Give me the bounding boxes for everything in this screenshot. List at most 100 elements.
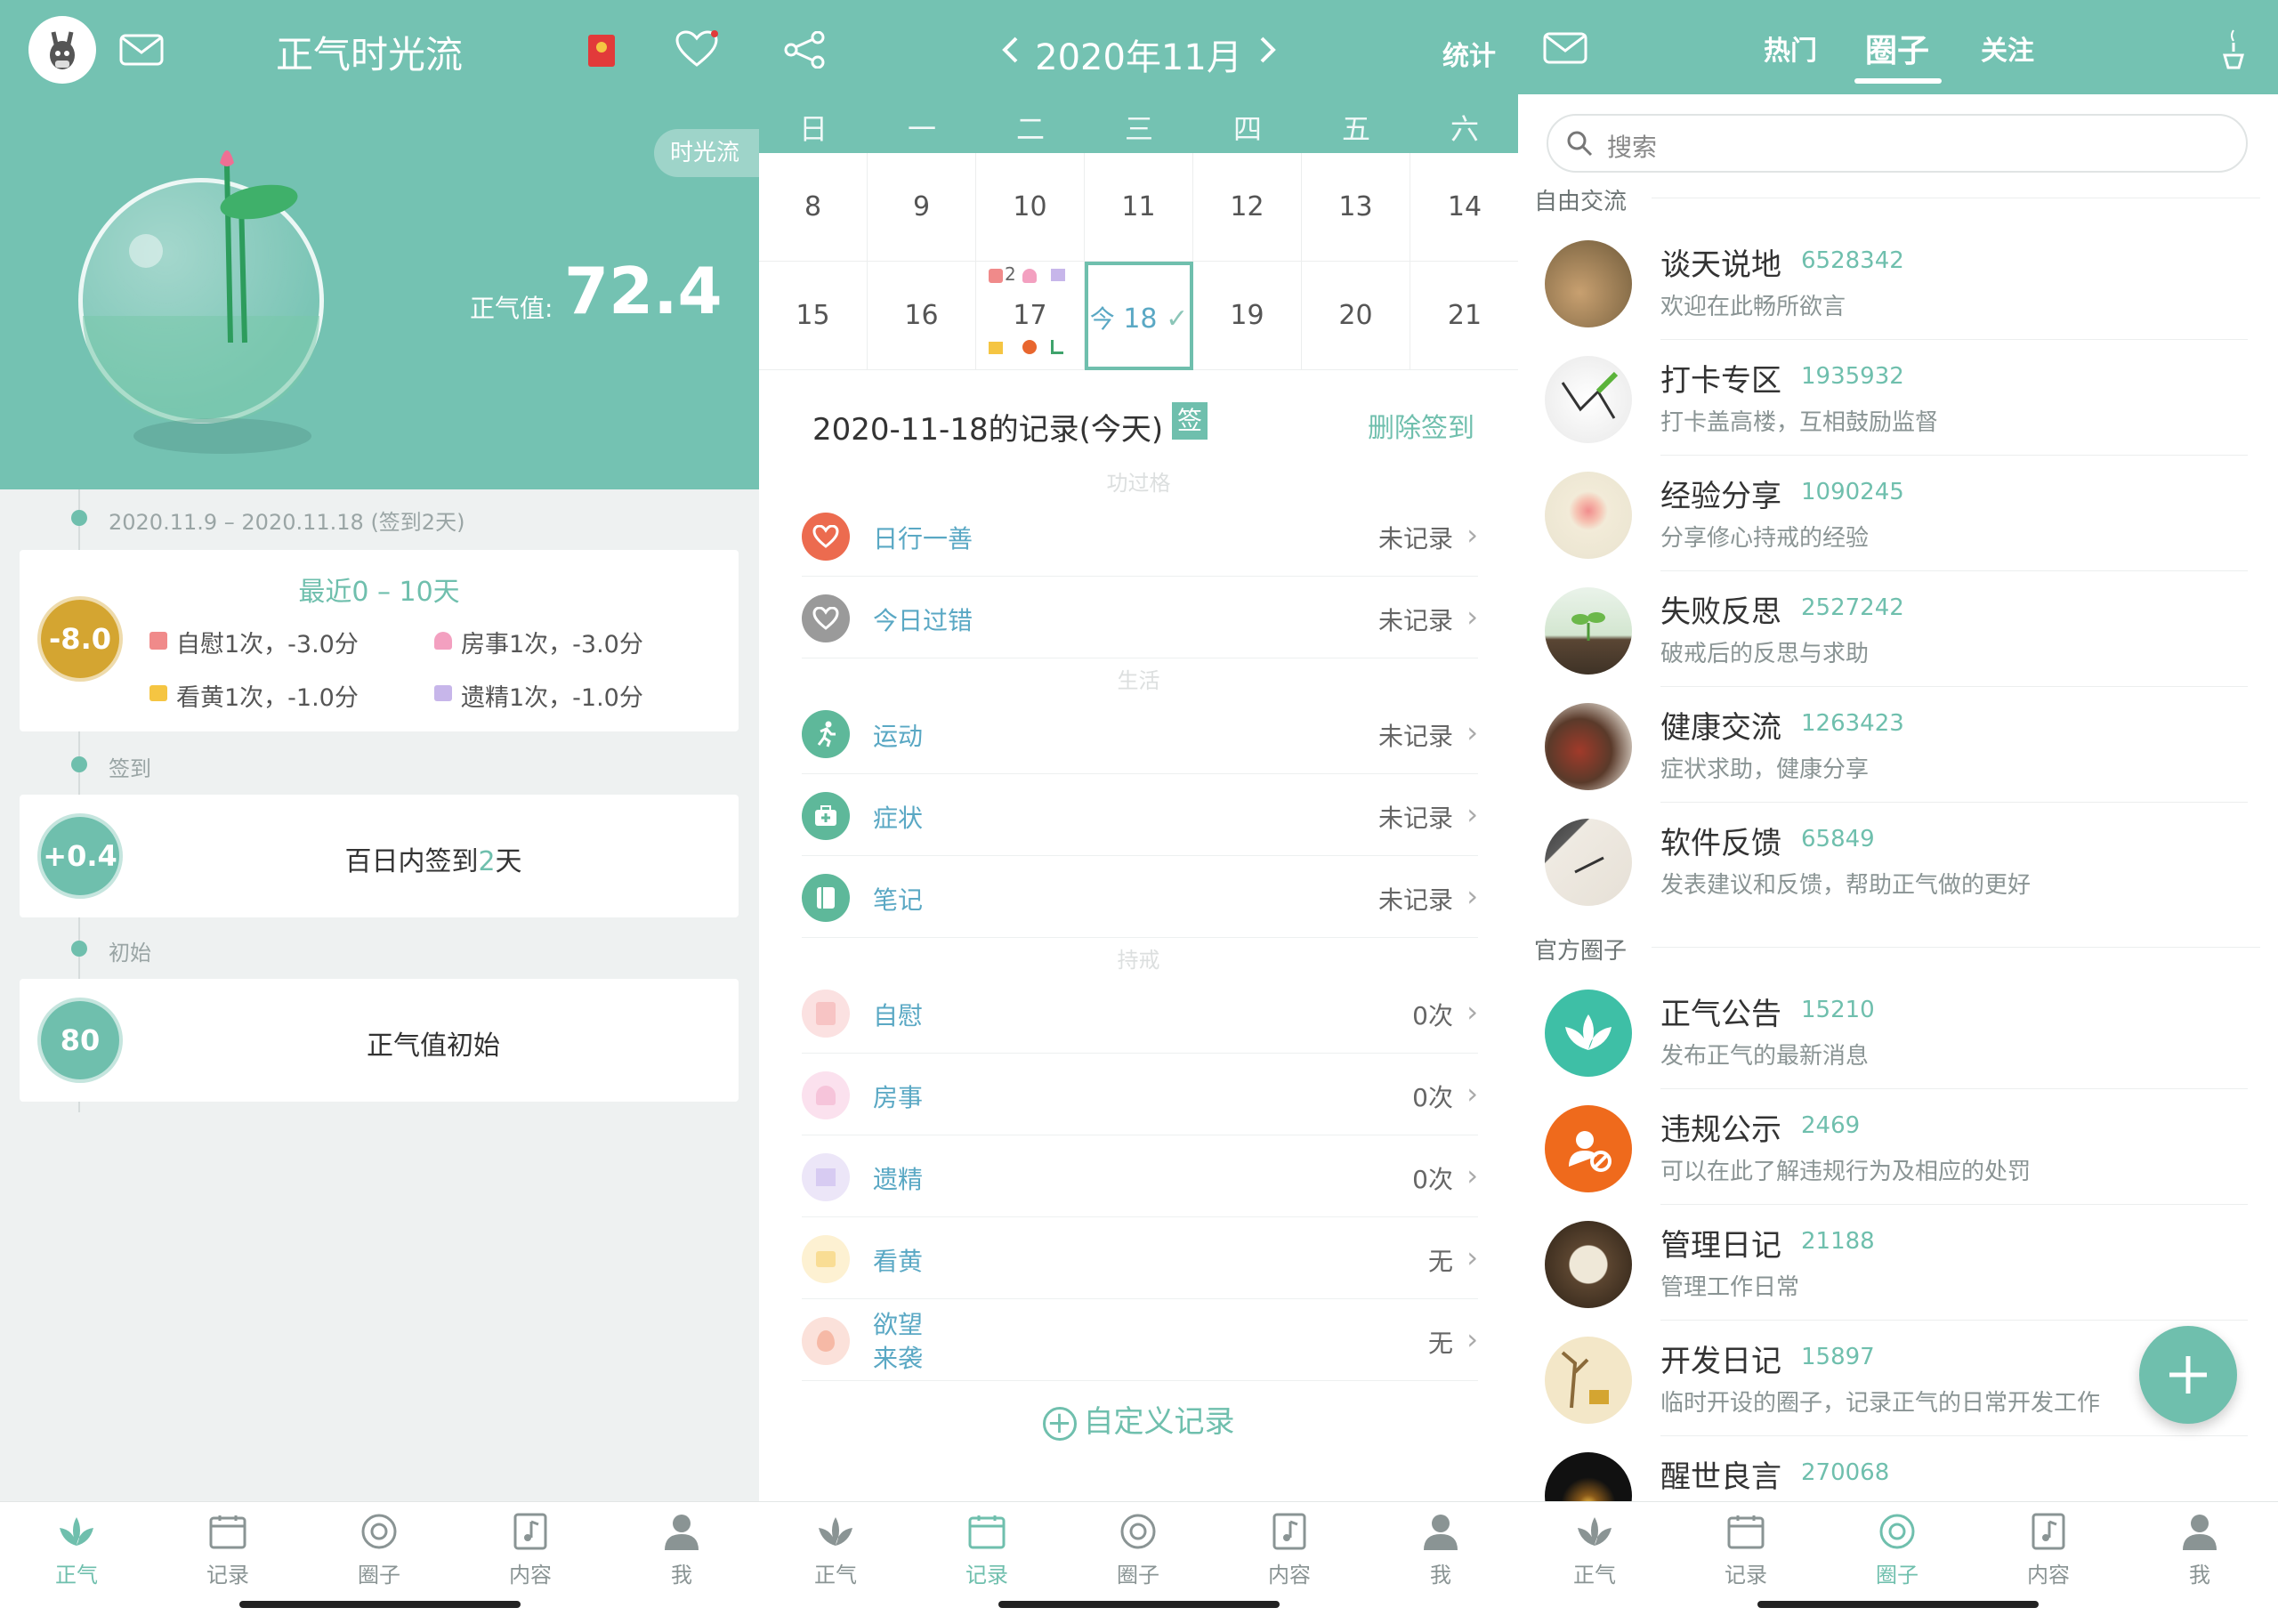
custom-record-button[interactable]: + 自定义记录 <box>759 1397 1518 1441</box>
day-cell[interactable]: 12 <box>1193 153 1302 262</box>
day-cell[interactable]: 11 <box>1085 153 1193 262</box>
lotus-avatar-icon <box>1545 990 1632 1077</box>
tab-zhengqi[interactable]: 正气 <box>1541 1511 1648 1588</box>
circle-item[interactable]: 管理日记 21188 管理工作日常 <box>1545 1205 2248 1321</box>
circle-icon <box>1877 1511 1918 1552</box>
record-row-note[interactable]: 笔记 未记录 › <box>802 856 1478 938</box>
stats-button[interactable]: 统计 <box>1442 34 1496 73</box>
panel-timeline: 正气时光流 时光流 正气值: 72.4 2020.11.9 – 2020.11.… <box>0 0 759 1624</box>
calendar-header: 2020年11月 统计 日 一 二 三 四 五 六 <box>759 0 1518 153</box>
user-avatar[interactable] <box>28 16 96 84</box>
delete-sign-button[interactable]: 删除签到 <box>1368 406 1474 445</box>
circle-item[interactable]: 健康交流 1263423 症状求助，健康分享 <box>1545 687 2248 803</box>
chevron-right-icon: › <box>1466 1077 1478 1111</box>
circle-item[interactable]: 正气公告 15210 发布正气的最新消息 <box>1545 974 2248 1089</box>
tab-circle[interactable]: 圈子 <box>1085 1511 1192 1588</box>
tab-zhengqi[interactable]: 正气 <box>23 1511 130 1588</box>
day-cell-today[interactable]: 今 18 ✓ <box>1085 262 1193 370</box>
notebook-icon <box>802 874 850 922</box>
weekday-fri: 五 <box>1341 112 1370 146</box>
tab-bar: 正气 记录 圈子 内容 我 <box>759 1501 1518 1624</box>
red-envelope-icon[interactable] <box>584 32 619 69</box>
search-placeholder: 搜索 <box>1607 133 1658 162</box>
circle-item[interactable]: 打卡专区 1935932 打卡盖高楼，互相鼓励监督 <box>1545 340 2248 456</box>
broken-heart-icon <box>802 594 850 642</box>
current-month: 2020年11月 <box>1035 37 1242 78</box>
init-card[interactable]: 80 正气值初始 <box>20 979 739 1102</box>
item-masturbation: 自慰1次，-3.0分 <box>176 631 359 658</box>
record-row-masturbation[interactable]: 自慰 0次 › <box>802 972 1478 1054</box>
panel-circles: 热门 圈子 关注 搜索 自由交流 谈天说地 6528342 欢迎在此畅所欲言 打卡… <box>1518 0 2278 1624</box>
circle-item[interactable]: 违规公示 2469 可以在此了解违规行为及相应的处罚 <box>1545 1089 2248 1205</box>
record-row-porn[interactable]: 看黄无 › <box>802 1217 1478 1299</box>
tab-content[interactable]: 内容 <box>477 1511 584 1588</box>
circle-item[interactable]: 软件反馈 65849 发表建议和反馈，帮助正气做的更好 <box>1545 803 2248 918</box>
tab-zhengqi[interactable]: 正气 <box>782 1511 889 1588</box>
day-cell[interactable]: 8 <box>759 153 868 262</box>
day-cell[interactable]: 14 <box>1410 153 1518 262</box>
tab-content[interactable]: 内容 <box>1995 1511 2102 1588</box>
active-tab-indicator <box>1854 78 1942 84</box>
recent-card[interactable]: 最近0 – 10天 -8.0 自慰1次，-3.0分 房事1次，-3.0分 看黄1… <box>20 550 739 731</box>
tab-me[interactable]: 我 <box>1387 1511 1494 1588</box>
circle-item[interactable]: 经验分享 1090245 分享修心持戒的经验 <box>1545 456 2248 571</box>
person-icon <box>1420 1511 1461 1552</box>
record-row-good-deed[interactable]: 日行一善 未记录 › <box>802 495 1478 577</box>
home-indicator[interactable] <box>998 1601 1280 1608</box>
masturbation-icon <box>802 990 850 1038</box>
day-cell[interactable]: 15 <box>759 262 868 370</box>
home-indicator[interactable] <box>238 1601 521 1608</box>
time-flow-tag[interactable]: 时光流 <box>654 129 759 177</box>
search-input[interactable]: 搜索 <box>1547 114 2248 173</box>
tab-follow[interactable]: 关注 <box>1981 28 2034 68</box>
home-indicator[interactable] <box>1757 1601 2039 1608</box>
lotus-icon <box>815 1511 856 1552</box>
mail-icon[interactable] <box>117 32 166 68</box>
heart-icon[interactable] <box>673 28 721 69</box>
record-row-exercise[interactable]: 运动 未记录 › <box>802 692 1478 774</box>
day-cell[interactable]: 21 <box>1410 262 1518 370</box>
circle-item[interactable]: 谈天说地 6528342 欢迎在此畅所欲言 <box>1545 224 2248 340</box>
incense-icon[interactable] <box>2216 27 2251 71</box>
tab-me[interactable]: 我 <box>2146 1511 2253 1588</box>
add-circle-fab[interactable] <box>2139 1326 2237 1424</box>
section-abstain: 持戒 <box>1117 948 1160 973</box>
day-cell[interactable]: 10 <box>976 153 1085 262</box>
person-icon <box>2179 1511 2220 1552</box>
tab-record[interactable]: 记录 <box>174 1511 281 1588</box>
record-row-sex[interactable]: 房事 0次 › <box>802 1054 1478 1135</box>
day-cell-17[interactable]: 17 2 <box>976 262 1085 370</box>
day-cell[interactable]: 9 <box>868 153 976 262</box>
tab-circle[interactable]: 圈子 <box>1844 1511 1951 1588</box>
chevron-right-icon: › <box>1466 1240 1478 1274</box>
checkin-card[interactable]: +0.4 百日内签到2天 <box>20 795 739 917</box>
tab-record[interactable]: 记录 <box>1692 1511 1799 1588</box>
chevron-right-icon: › <box>1466 600 1478 634</box>
tab-me[interactable]: 我 <box>628 1511 735 1588</box>
person-icon <box>661 1511 702 1552</box>
tab-circle[interactable]: 圈子 <box>326 1511 432 1588</box>
next-month-chevron-icon[interactable] <box>1250 32 1286 68</box>
item-porn: 看黄1次，-1.0分 <box>176 684 359 712</box>
day-cell[interactable]: 16 <box>868 262 976 370</box>
chevron-right-icon: › <box>1466 1159 1478 1192</box>
timeline-header: 正气时光流 时光流 正气值: 72.4 <box>0 0 759 489</box>
record-row-urge[interactable]: 欲望 来袭无 › <box>802 1299 1478 1381</box>
medkit-icon <box>802 792 850 840</box>
tab-content[interactable]: 内容 <box>1236 1511 1343 1588</box>
record-row-emission[interactable]: 遗精 0次 › <box>802 1135 1478 1217</box>
lotus-icon <box>1574 1511 1615 1552</box>
panel-calendar: 2020年11月 统计 日 一 二 三 四 五 六 8 9 10 11 12 1… <box>759 0 1518 1624</box>
mail-icon[interactable] <box>1541 30 1589 66</box>
day-cell[interactable]: 19 <box>1193 262 1302 370</box>
day-cell[interactable]: 13 <box>1302 153 1410 262</box>
lotus-icon <box>56 1511 97 1552</box>
tab-hot[interactable]: 热门 <box>1764 28 1817 68</box>
tab-record[interactable]: 记录 <box>933 1511 1040 1588</box>
day-cell[interactable]: 20 <box>1302 262 1410 370</box>
circle-item[interactable]: 失败反思 2527242 破戒后的反思与求助 <box>1545 571 2248 687</box>
record-row-mistake[interactable]: 今日过错 未记录 › <box>802 577 1478 658</box>
tab-circles[interactable]: 圈子 <box>1865 25 1929 71</box>
record-row-symptom[interactable]: 症状 未记录 › <box>802 774 1478 856</box>
music-note-icon <box>2028 1511 2069 1552</box>
